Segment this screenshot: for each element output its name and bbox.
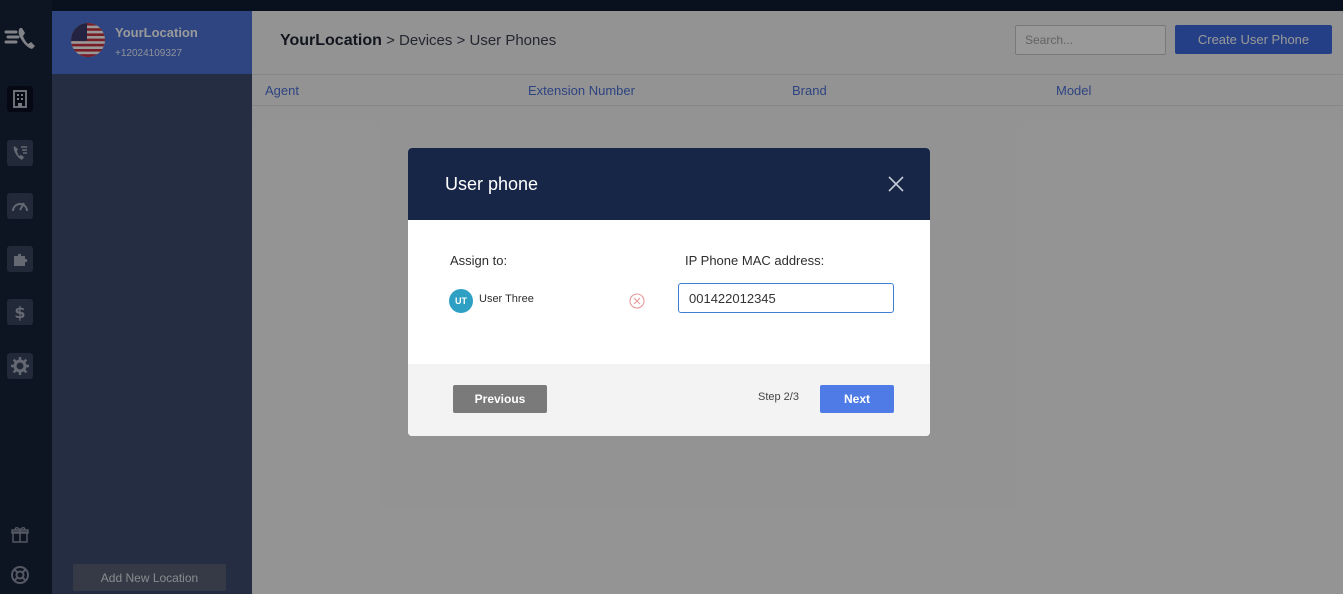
- step-indicator: Step 2/3: [758, 391, 799, 403]
- avatar: UT: [449, 289, 473, 313]
- next-button[interactable]: Next: [820, 385, 894, 413]
- assign-to-label: Assign to:: [450, 253, 508, 268]
- user-phone-modal: User phone Assign to: IP Phone MAC addre…: [408, 148, 930, 436]
- assigned-user-name: User Three: [479, 293, 534, 305]
- mac-address-input[interactable]: [678, 283, 894, 313]
- modal-header: User phone: [408, 148, 930, 220]
- modal-body: Assign to: IP Phone MAC address: UT User…: [408, 220, 930, 364]
- mac-address-label: IP Phone MAC address:: [685, 253, 825, 268]
- close-icon[interactable]: [886, 174, 906, 194]
- remove-user-icon[interactable]: [629, 293, 645, 309]
- modal-footer: Previous Step 2/3 Next: [408, 364, 930, 436]
- previous-button[interactable]: Previous: [453, 385, 547, 413]
- modal-title: User phone: [445, 174, 539, 194]
